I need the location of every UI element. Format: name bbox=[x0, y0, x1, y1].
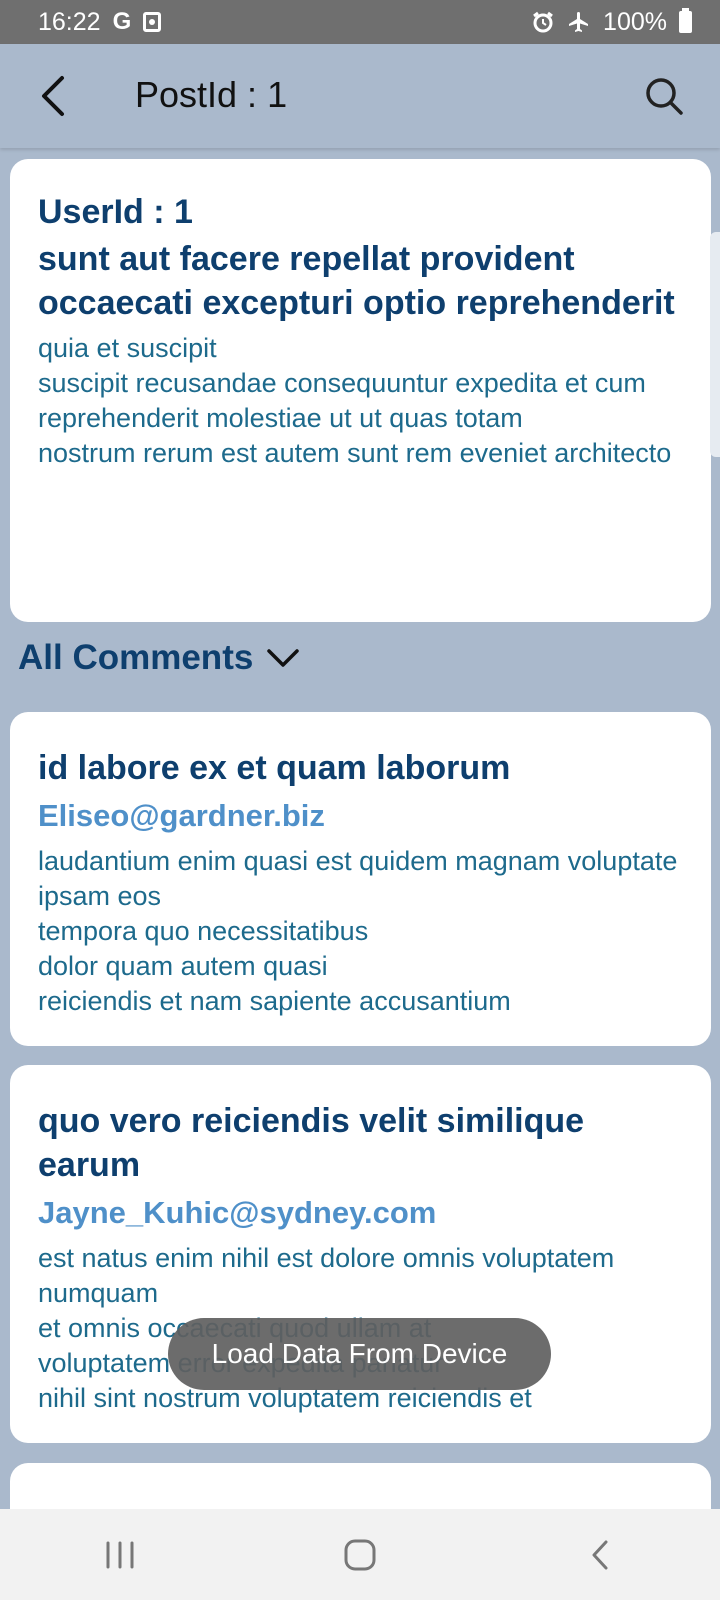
comment-body: laudantium enim quasi est quidem magnam … bbox=[38, 846, 678, 1016]
app-bar: PostId : 1 bbox=[0, 44, 720, 148]
system-back-button[interactable] bbox=[570, 1525, 630, 1585]
back-button[interactable] bbox=[32, 72, 76, 120]
home-button[interactable] bbox=[330, 1525, 390, 1585]
back-arrow-icon bbox=[42, 76, 64, 116]
status-left: 16:22 G bbox=[38, 7, 162, 37]
status-time: 16:22 bbox=[38, 7, 101, 36]
post-title: sunt aut facere repellat provident occae… bbox=[38, 240, 675, 322]
comment-name: id labore ex et quam laborum bbox=[38, 749, 511, 787]
screenshot-icon bbox=[143, 12, 162, 32]
post-user-id: UserId : 1 bbox=[38, 193, 193, 231]
comment-email: Eliseo@gardner.biz bbox=[38, 798, 325, 833]
post-body: quia et suscipit suscipit recusandae con… bbox=[38, 333, 672, 468]
home-icon bbox=[344, 1539, 376, 1570]
battery-icon bbox=[679, 8, 692, 33]
comment-card[interactable]: id labore ex et quam laborum Eliseo@gard… bbox=[10, 712, 711, 1046]
status-bar: 16:22 G 100% bbox=[0, 0, 720, 44]
search-button[interactable] bbox=[642, 74, 686, 118]
system-nav-bar bbox=[0, 1509, 720, 1600]
comment-email: Jayne_Kuhic@sydney.com bbox=[38, 1195, 437, 1230]
g-icon: G bbox=[112, 8, 132, 35]
toast-message: Load Data From Device bbox=[168, 1318, 551, 1390]
back-icon bbox=[592, 1540, 608, 1569]
chevron-down-icon bbox=[267, 649, 300, 667]
status-right: 100% bbox=[531, 8, 692, 37]
airplane-icon bbox=[569, 12, 589, 32]
recent-apps-button[interactable] bbox=[90, 1525, 150, 1585]
recent-apps-icon bbox=[106, 1541, 134, 1568]
page-title: PostId : 1 bbox=[135, 74, 288, 115]
comments-toggle[interactable]: All Comments bbox=[18, 638, 301, 678]
search-icon bbox=[646, 78, 683, 115]
scrollbar[interactable] bbox=[710, 232, 720, 457]
comments-label: All Comments bbox=[18, 638, 254, 677]
post-card: UserId : 1 sunt aut facere repellat prov… bbox=[10, 159, 711, 622]
alarm-icon bbox=[533, 11, 553, 33]
battery-level: 100% bbox=[603, 7, 667, 36]
comment-name: quo vero reiciendis velit similique earu… bbox=[38, 1102, 585, 1184]
